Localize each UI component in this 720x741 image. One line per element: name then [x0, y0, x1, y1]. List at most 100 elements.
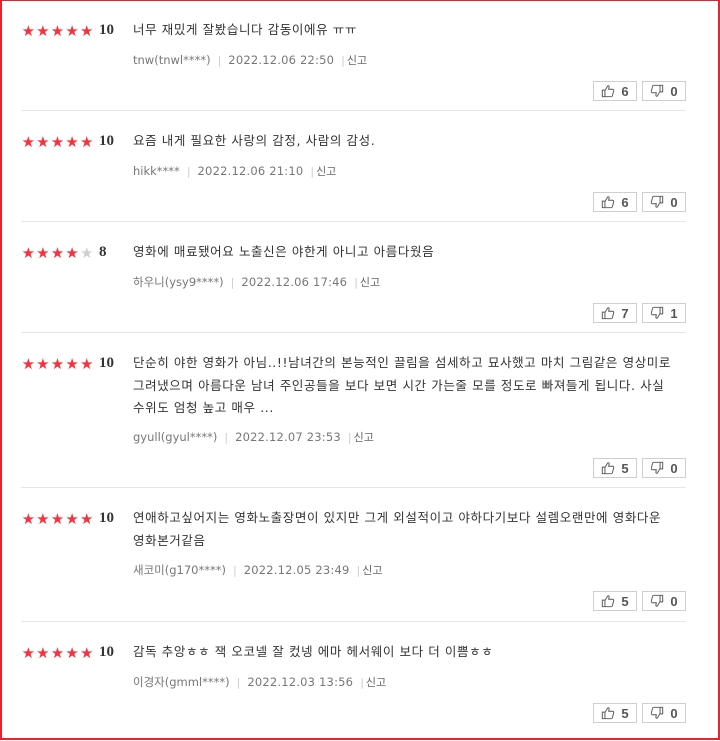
star-filled-icon: ★: [65, 644, 79, 662]
star-filled-icon: ★: [50, 133, 65, 151]
author-name[interactable]: hikk****: [133, 164, 180, 178]
like-button[interactable]: 7: [593, 303, 637, 323]
report-link[interactable]: 신고: [362, 562, 382, 578]
star-filled-icon: ★: [65, 355, 79, 373]
star-filled-icon: ★: [21, 644, 36, 662]
star-filled-icon: ★: [50, 644, 65, 662]
like-count: 5: [621, 705, 629, 721]
star-filled-icon: ★: [50, 244, 65, 262]
star-filled-icon: ★: [50, 22, 65, 40]
rating-score: 10: [99, 510, 114, 526]
like-button[interactable]: 6: [593, 81, 637, 101]
star-filled-icon: ★: [65, 244, 79, 262]
vote-buttons: 7 1: [593, 303, 686, 323]
divider: |: [356, 563, 361, 577]
dislike-button[interactable]: 0: [642, 458, 686, 478]
star-rating: ★ ★ ★ ★ ★: [21, 135, 94, 150]
star-filled-icon: ★: [36, 133, 50, 151]
thumbs-down-icon: [651, 84, 664, 97]
author-name[interactable]: gyull(gyul****): [133, 430, 217, 444]
divider: |: [186, 164, 191, 178]
author-name[interactable]: 이경자(gmml****): [133, 674, 230, 690]
review-text: 감독 추앙ㅎㅎ 잭 오코넬 잘 컸넹 에마 헤서웨이 보다 더 이쁨ㅎㅎ: [133, 644, 494, 659]
thumbs-down-icon: [651, 306, 664, 319]
thumbs-down-icon: [651, 195, 664, 208]
review-date: 2022.12.06 21:10: [197, 164, 304, 178]
report-link[interactable]: 신고: [316, 163, 336, 179]
review-meta: 하우니(ysy9****) | 2022.12.06 17:46 | 신고: [133, 274, 380, 290]
like-button[interactable]: 5: [593, 591, 637, 611]
rating-score: 10: [99, 22, 114, 38]
thumbs-up-icon: [602, 196, 615, 209]
star-filled-icon: ★: [36, 355, 50, 373]
star-filled-icon: ★: [21, 133, 36, 151]
dislike-count: 0: [670, 83, 678, 99]
star-filled-icon: ★: [36, 510, 50, 528]
star-rating: ★ ★ ★ ★ ★: [21, 646, 94, 661]
divider: |: [224, 430, 229, 444]
like-count: 5: [621, 593, 629, 609]
thumbs-up-icon: [602, 462, 615, 475]
dislike-button[interactable]: 0: [642, 703, 686, 723]
like-count: 5: [621, 460, 629, 476]
thumbs-up-icon: [602, 307, 615, 320]
review-meta: tnw(tnwl****) | 2022.12.06 22:50 | 신고: [133, 52, 367, 68]
author-name[interactable]: tnw(tnwl****): [133, 53, 211, 67]
like-button[interactable]: 6: [593, 192, 637, 212]
review-date: 2022.12.06 17:46: [241, 275, 348, 289]
star-filled-icon: ★: [36, 244, 50, 262]
review-date: 2022.12.07 23:53: [235, 430, 341, 444]
dislike-button[interactable]: 1: [642, 303, 686, 323]
dislike-count: 0: [670, 194, 678, 210]
review-date: 2022.12.05 23:49: [243, 563, 350, 577]
rating-score: 10: [99, 644, 114, 660]
report-link[interactable]: 신고: [347, 52, 367, 68]
report-link[interactable]: 신고: [354, 429, 374, 445]
review-text: 연애하고싶어지는 영화노출장면이 있지만 그게 외설적이고 야하다기보다 설렘오…: [133, 510, 662, 548]
star-filled-icon: ★: [21, 355, 36, 373]
review-item: ★ ★ ★ ★ ★ 10 감독 추앙ㅎㅎ 잭 오코넬 잘 컸넹 에마 헤서웨이 보다 더…: [21, 622, 686, 732]
dislike-count: 0: [670, 705, 678, 721]
star-filled-icon: ★: [36, 22, 50, 40]
divider: |: [310, 164, 315, 178]
thumbs-up-icon: [602, 707, 615, 720]
divider: |: [341, 53, 345, 67]
star-rating: ★ ★ ★ ★ ★: [21, 512, 94, 527]
thumbs-up-icon: [602, 595, 615, 608]
dislike-button[interactable]: 0: [642, 192, 686, 212]
report-link[interactable]: 신고: [366, 674, 386, 690]
star-filled-icon: ★: [65, 510, 79, 528]
rating-score: 10: [99, 133, 114, 149]
review-text: 단순히 야한 영화가 아님..!!남녀간의 본능적인 끌림을 섬세하고 묘사했고…: [133, 355, 672, 415]
author-name[interactable]: 새코미(g170****): [133, 562, 226, 578]
review-meta: 새코미(g170****) | 2022.12.05 23:49 | 신고: [133, 562, 383, 578]
like-button[interactable]: 5: [593, 458, 637, 478]
review-item: ★ ★ ★ ★ ★ 10 너무 재밌게 잘봤습니다 감동이에유 ㅠㅠ tnw(tnwl*…: [21, 0, 686, 111]
star-rating: ★ ★ ★ ★ ★: [21, 24, 94, 39]
review-list: ★ ★ ★ ★ ★ 10 너무 재밌게 잘봤습니다 감동이에유 ㅠㅠ tnw(tnwl*…: [21, 0, 686, 732]
report-link[interactable]: 신고: [360, 274, 380, 290]
dislike-button[interactable]: 0: [642, 81, 686, 101]
like-button[interactable]: 5: [593, 703, 637, 723]
review-item: ★ ★ ★ ★ ★ 10 단순히 야한 영화가 아님..!!남녀간의 본능적인 끌림을 …: [21, 333, 686, 488]
star-empty-icon: ★: [79, 244, 94, 262]
star-filled-icon: ★: [36, 644, 50, 662]
review-meta: gyull(gyul****) | 2022.12.07 23:53 | 신고: [133, 429, 374, 445]
review-date: 2022.12.06 22:50: [228, 53, 335, 67]
review-text: 영화에 매료됐어요 노출신은 야한게 아니고 아름다웠음: [133, 244, 435, 259]
divider: |: [360, 675, 364, 689]
star-filled-icon: ★: [50, 355, 65, 373]
review-text: 요즘 내게 필요한 사랑의 감정, 사람의 감성.: [133, 133, 376, 148]
like-count: 7: [621, 305, 629, 321]
vote-buttons: 6 0: [593, 192, 686, 212]
thumbs-down-icon: [651, 706, 664, 719]
thumbs-up-icon: [602, 85, 615, 98]
author-name[interactable]: 하우니(ysy9****): [133, 274, 224, 290]
star-rating: ★ ★ ★ ★ ★: [21, 357, 94, 372]
star-filled-icon: ★: [79, 510, 94, 528]
star-filled-icon: ★: [21, 510, 36, 528]
vote-buttons: 5 0: [593, 591, 686, 611]
like-count: 6: [621, 194, 629, 210]
dislike-button[interactable]: 0: [642, 591, 686, 611]
dislike-count: 0: [670, 460, 678, 476]
